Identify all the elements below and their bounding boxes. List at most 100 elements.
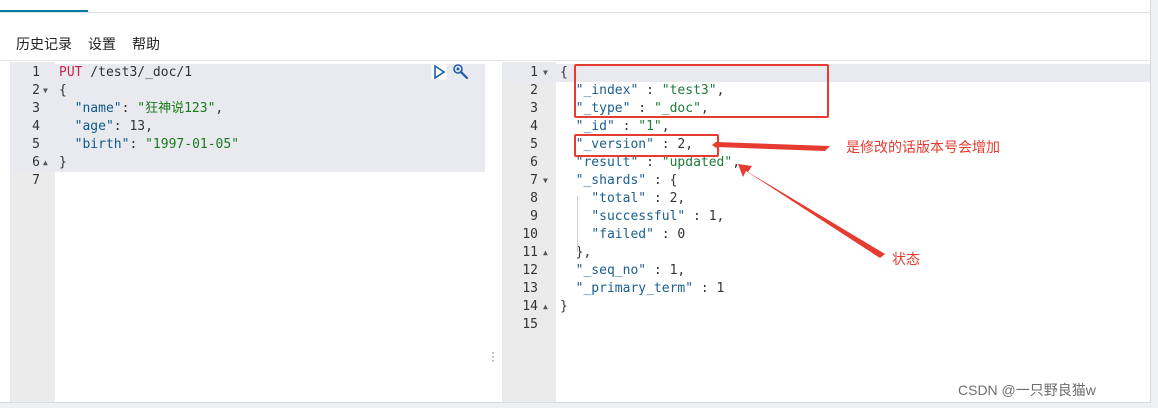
tab-border <box>0 12 1150 13</box>
fold-up-icon[interactable]: ▲ <box>543 298 548 316</box>
code-line: 9 "successful" : 1, <box>502 208 1150 226</box>
code-line: 6 "result" : "updated", <box>502 154 1150 172</box>
line-number: 5 <box>530 137 538 152</box>
code-line: 3 "_type" : "_doc", <box>502 100 1150 118</box>
code-line: 5 "birth": "1997-01-05" <box>10 136 485 154</box>
line-number: 2 <box>32 83 40 98</box>
code-token: "_shards" <box>575 173 647 188</box>
line-number: 9 <box>530 209 538 224</box>
code-token: : 2, <box>646 191 686 206</box>
code-text: "_version" : 2, <box>560 136 693 154</box>
code-token: : <box>129 137 146 152</box>
menu-history[interactable]: 历史记录 <box>16 34 72 54</box>
code-line: 4 "_id" : "1", <box>502 118 1150 136</box>
line-number: 4 <box>32 119 40 134</box>
code-token: /test3/_doc/1 <box>82 65 193 80</box>
code-token: "_version" <box>575 137 654 152</box>
code-token: : <box>638 155 662 170</box>
code-line: 14 ▲} <box>502 298 1150 316</box>
line-number: 4 <box>530 119 538 134</box>
code-text: } <box>560 298 568 316</box>
code-token: : <box>121 101 138 116</box>
code-token: , <box>732 155 741 170</box>
pane-splitter[interactable]: · · · <box>486 62 502 402</box>
menu-help[interactable]: 帮助 <box>132 34 160 54</box>
fold-up-icon[interactable]: ▲ <box>543 244 548 262</box>
code-text: }, <box>560 244 592 262</box>
code-line: 2 "_index" : "test3", <box>502 82 1150 100</box>
code-token: : 0 <box>653 227 686 242</box>
line-number: 14 <box>522 299 538 314</box>
code-line: 7 ▼ "_shards" : { <box>502 172 1150 190</box>
code-text: "total" : 2, <box>560 190 685 208</box>
code-token: "_seq_no" <box>575 263 647 278</box>
code-token: "age" <box>74 119 114 134</box>
code-token: , <box>215 101 224 116</box>
menu-border <box>0 60 1150 61</box>
code-token: "_doc" <box>653 101 701 116</box>
code-text: } <box>59 154 67 172</box>
line-number: 2 <box>530 83 538 98</box>
fold-down-icon[interactable]: ▼ <box>43 82 48 100</box>
code-token: : 2, <box>653 137 694 152</box>
fold-down-icon[interactable]: ▼ <box>543 172 548 190</box>
code-line: 15 <box>502 316 1150 334</box>
code-token: "狂神说123" <box>137 101 216 116</box>
code-token: "test3" <box>661 83 717 98</box>
code-token: { <box>59 83 67 98</box>
code-text: "failed" : 0 <box>560 226 685 244</box>
line-number: 3 <box>530 101 538 116</box>
code-line: 13 "_primary_term" : 1 <box>502 280 1150 298</box>
line-number: 6 <box>530 155 538 170</box>
code-line: 6 ▲} <box>10 154 485 172</box>
code-token: "birth" <box>74 137 130 152</box>
csdn-watermark: CSDN @一只野良猫w <box>958 382 1096 398</box>
code-token: "successful" <box>591 209 686 224</box>
play-icon[interactable] <box>430 63 448 81</box>
code-text: "_shards" : { <box>560 172 678 190</box>
code-text: PUT /test3/_doc/1 <box>59 64 192 82</box>
code-text: "_id" : "1", <box>560 118 670 136</box>
code-line: 3 "name": "狂神说123", <box>10 100 485 118</box>
code-token: : { <box>646 173 678 188</box>
splitter-handle-icon[interactable]: · · · <box>491 346 495 366</box>
fold-up-icon[interactable]: ▲ <box>43 154 48 172</box>
request-actions <box>430 63 470 81</box>
code-text: { <box>560 64 568 82</box>
code-text: "_index" : "test3", <box>560 82 725 100</box>
code-token: "total" <box>591 191 647 206</box>
code-text: "age": 13, <box>59 118 153 136</box>
code-token: "_id" <box>575 119 615 134</box>
menu-settings[interactable]: 设置 <box>88 34 116 54</box>
code-text: "_primary_term" : 1 <box>560 280 725 298</box>
fold-down-icon[interactable]: ▼ <box>543 64 548 82</box>
code-line: 8 "total" : 2, <box>502 190 1150 208</box>
line-number: 6 <box>32 155 40 170</box>
line-number: 13 <box>522 281 538 296</box>
code-token: : 1, <box>646 263 686 278</box>
code-text: "successful" : 1, <box>560 208 724 226</box>
code-token: : 13, <box>113 119 153 134</box>
code-line: 5 "_version" : 2, <box>502 136 1150 154</box>
request-editor[interactable]: 1 PUT /test3/_doc/1 2 ▼ {3 "name": "狂神说123",… <box>10 62 485 402</box>
code-token: "result" <box>575 155 639 170</box>
line-number: 1 <box>32 65 40 80</box>
line-number: 10 <box>522 227 538 242</box>
code-text: "_type" : "_doc", <box>560 100 709 118</box>
code-text: "_seq_no" : 1, <box>560 262 686 280</box>
wrench-icon[interactable] <box>452 63 470 81</box>
code-token: "1997-01-05" <box>145 137 240 152</box>
code-token: : 1, <box>685 209 725 224</box>
status-annotation: 状态 <box>892 251 920 267</box>
line-number: 15 <box>522 317 538 332</box>
code-line: 1 ▼ { <box>502 64 1150 82</box>
